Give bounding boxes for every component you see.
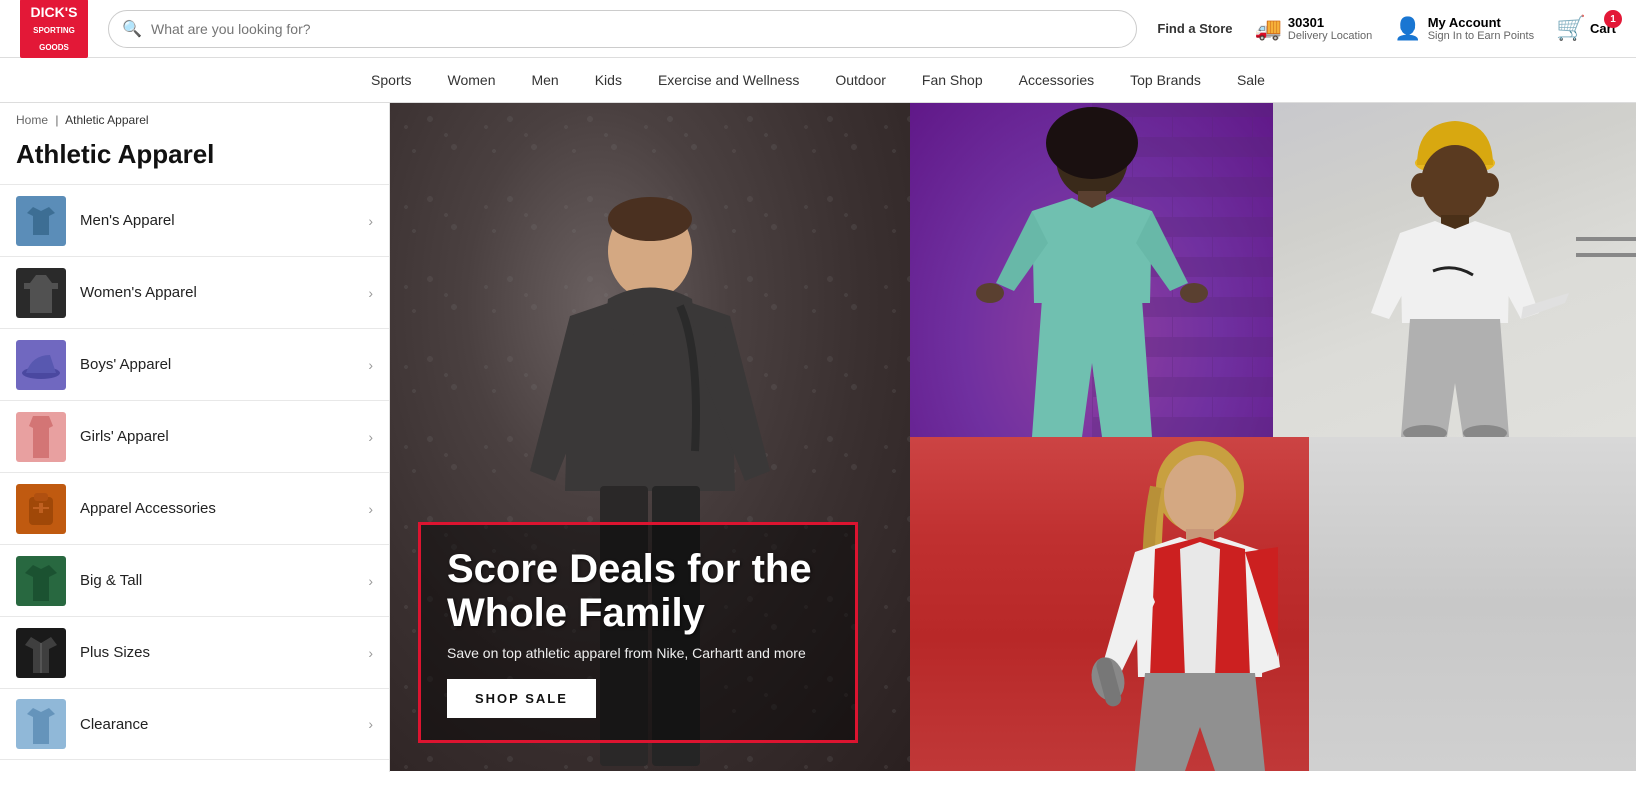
my-account-button[interactable]: 👤 My Account Sign In to Earn Points xyxy=(1394,15,1534,42)
hero-woman-teal-panel xyxy=(910,103,1273,437)
sidebar-item-plus[interactable]: Plus Sizes › xyxy=(0,616,389,688)
sidebar-item-label-womens: Women's Apparel xyxy=(80,284,354,301)
breadcrumb-separator: | xyxy=(55,113,58,127)
plus-jacket-icon xyxy=(23,633,59,673)
sidebar-item-label-plus: Plus Sizes xyxy=(80,644,354,661)
promo-area: Score Deals for the Whole Family Save on… xyxy=(390,103,1636,772)
sidebar-item-clearance[interactable]: Clearance › xyxy=(0,688,389,760)
chevron-right-icon-womens: › xyxy=(368,285,373,301)
clearance-shirt-icon xyxy=(23,704,59,744)
sidebar-item-girls[interactable]: Girls' Apparel › xyxy=(0,400,389,472)
search-icon: 🔍 xyxy=(122,19,142,39)
nav-item-topbrands[interactable]: Top Brands xyxy=(1112,58,1219,102)
clearance-thumbnail xyxy=(16,699,66,749)
main-content: Home | Athletic Apparel Athletic Apparel… xyxy=(0,103,1636,772)
logo[interactable]: DICK'S SPORTING GOODS xyxy=(20,0,88,58)
search-input[interactable] xyxy=(108,10,1137,48)
page-title: Athletic Apparel xyxy=(0,137,389,184)
search-bar: 🔍 xyxy=(108,10,1137,48)
breadcrumb: Home | Athletic Apparel xyxy=(0,103,389,137)
promo-text-overlay: Score Deals for the Whole Family Save on… xyxy=(418,522,858,743)
header-actions: Find a Store 🚚 30301 Delivery Location 👤… xyxy=(1157,14,1616,43)
breadcrumb-home[interactable]: Home xyxy=(16,113,48,127)
sidebar-item-label-bigtall: Big & Tall xyxy=(80,572,354,589)
hero-man-panel: Score Deals for the Whole Family Save on… xyxy=(390,103,910,771)
cart-button[interactable]: 🛒 1 Cart xyxy=(1556,14,1616,43)
nav-item-men[interactable]: Men xyxy=(513,58,576,102)
nav-item-accessories[interactable]: Accessories xyxy=(1001,58,1112,102)
chevron-right-icon-clearance: › xyxy=(368,716,373,732)
hero-woman-bottom-panel xyxy=(910,437,1636,771)
girls-thumbnail xyxy=(16,412,66,462)
breadcrumb-current: Athletic Apparel xyxy=(65,113,148,127)
sidebar-item-label-boys: Boys' Apparel xyxy=(80,356,354,373)
mens-shirt-icon xyxy=(23,203,59,239)
boys-hat-icon xyxy=(22,351,60,379)
boys-thumbnail xyxy=(16,340,66,390)
nav-item-kids[interactable]: Kids xyxy=(577,58,640,102)
kid-silhouette xyxy=(1325,103,1585,437)
cart-icon: 🛒 xyxy=(1556,14,1586,43)
find-store-button[interactable]: Find a Store xyxy=(1157,21,1232,36)
sidebar-item-label-mens: Men's Apparel xyxy=(80,212,354,229)
backpack-icon xyxy=(21,491,61,527)
promo-headline: Score Deals for the Whole Family xyxy=(447,547,829,635)
womens-thumbnail xyxy=(16,268,66,318)
womens-apparel-icon xyxy=(24,273,58,313)
account-icon: 👤 xyxy=(1394,16,1421,42)
hero-kid-panel xyxy=(1273,103,1636,437)
chevron-right-icon-girls: › xyxy=(368,429,373,445)
sidebar-item-boys[interactable]: Boys' Apparel › xyxy=(0,328,389,400)
girls-apparel-icon xyxy=(25,416,57,458)
chevron-right-icon-boys: › xyxy=(368,357,373,373)
main-nav: Sports Women Men Kids Exercise and Welln… xyxy=(0,58,1636,103)
delivery-location[interactable]: 🚚 30301 Delivery Location xyxy=(1255,15,1373,42)
nav-item-fanshop[interactable]: Fan Shop xyxy=(904,58,1001,102)
nav-item-sale[interactable]: Sale xyxy=(1219,58,1283,102)
accessories-thumbnail xyxy=(16,484,66,534)
header: DICK'S SPORTING GOODS 🔍 Find a Store 🚚 3… xyxy=(0,0,1636,58)
plus-thumbnail xyxy=(16,628,66,678)
mens-thumbnail xyxy=(16,196,66,246)
chevron-right-icon-plus: › xyxy=(368,645,373,661)
chevron-right-icon-mens: › xyxy=(368,213,373,229)
cart-count-badge: 1 xyxy=(1604,10,1622,28)
truck-icon: 🚚 xyxy=(1255,16,1282,42)
promo-subtext: Save on top athletic apparel from Nike, … xyxy=(447,645,829,661)
sidebar: Home | Athletic Apparel Athletic Apparel… xyxy=(0,103,390,772)
woman-teal-silhouette xyxy=(952,103,1232,437)
nav-item-outdoor[interactable]: Outdoor xyxy=(817,58,904,102)
chevron-right-icon-bigtall: › xyxy=(368,573,373,589)
nav-item-exercise[interactable]: Exercise and Wellness xyxy=(640,58,817,102)
sidebar-item-mens[interactable]: Men's Apparel › xyxy=(0,184,389,256)
bigtall-shirt-icon xyxy=(23,561,59,601)
sidebar-item-bigtall[interactable]: Big & Tall › xyxy=(0,544,389,616)
sidebar-item-label-clearance: Clearance xyxy=(80,716,354,733)
woman-bottom-silhouette xyxy=(1050,437,1350,771)
chevron-right-icon-accessories: › xyxy=(368,501,373,517)
nav-item-sports[interactable]: Sports xyxy=(353,58,429,102)
sidebar-item-label-accessories: Apparel Accessories xyxy=(80,500,354,517)
sidebar-item-accessories[interactable]: Apparel Accessories › xyxy=(0,472,389,544)
bigtall-thumbnail xyxy=(16,556,66,606)
sidebar-item-womens[interactable]: Women's Apparel › xyxy=(0,256,389,328)
shop-sale-button[interactable]: SHOP SALE xyxy=(447,679,596,718)
sidebar-item-label-girls: Girls' Apparel xyxy=(80,428,354,445)
nav-item-women[interactable]: Women xyxy=(430,58,514,102)
hero-grid: Score Deals for the Whole Family Save on… xyxy=(390,103,1636,772)
